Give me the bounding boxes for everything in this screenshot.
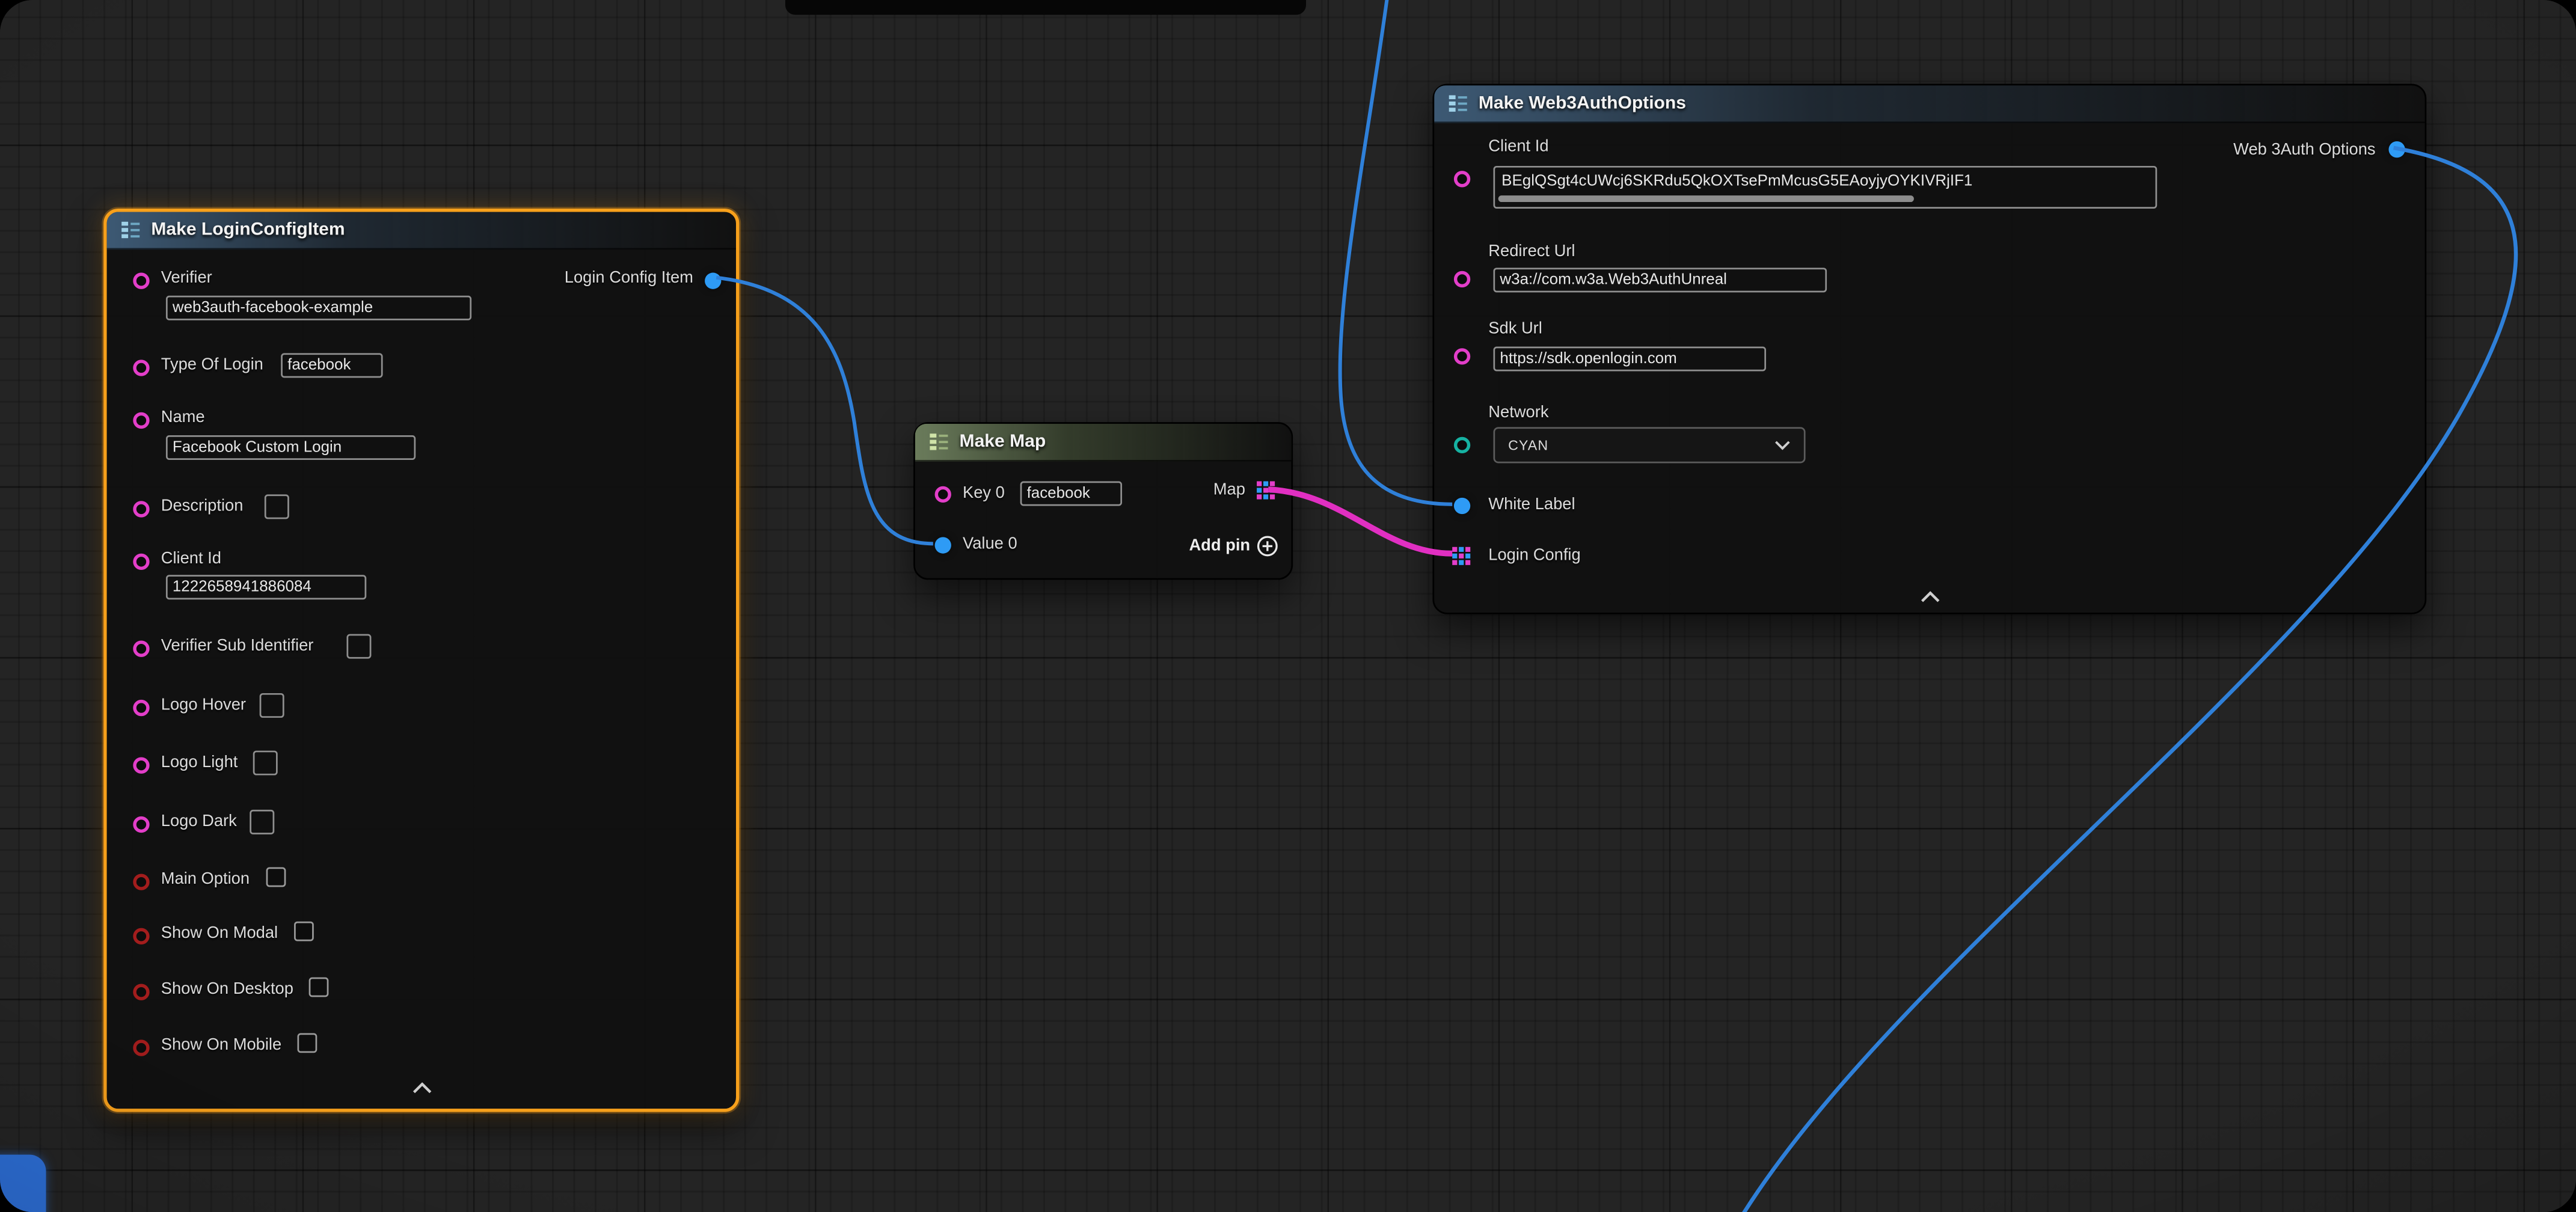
pin-label-verifier-sub-identifier: Verifier Sub Identifier [161, 635, 314, 657]
show-on-mobile-checkbox[interactable] [298, 1033, 317, 1053]
client-id-input[interactable] [1495, 169, 2155, 194]
pin-login-config-item-output[interactable] [705, 273, 721, 289]
show-on-desktop-checkbox[interactable] [309, 978, 329, 997]
client-id-field[interactable] [1493, 166, 2157, 209]
pin-label-main-option: Main Option [161, 869, 250, 890]
redirect-url-input[interactable] [1493, 268, 1827, 292]
network-dropdown[interactable]: CYAN [1493, 427, 1805, 463]
chevron-down-icon [1774, 440, 1791, 450]
pin-label-description: Description [161, 496, 244, 518]
collapse-node-button[interactable] [403, 1079, 440, 1095]
network-dropdown-value: CYAN [1508, 437, 1548, 453]
pin-verifier-sub-identifier[interactable] [133, 641, 149, 657]
pin-key-0[interactable] [935, 486, 951, 503]
pin-label-map-output: Map [1213, 480, 1245, 501]
key-0-input[interactable] [1020, 482, 1122, 506]
pin-label-show-on-desktop: Show On Desktop [161, 979, 293, 1000]
pin-label-login-config: Login Config [1488, 545, 1580, 567]
pin-logo-dark[interactable] [133, 816, 149, 833]
chevron-up-icon [1918, 590, 1941, 602]
add-pin-plus-icon [1257, 536, 1278, 557]
pin-label-key-0: Key 0 [963, 483, 1005, 504]
pin-label-logo-dark: Logo Dark [161, 812, 237, 833]
verifier-input[interactable] [166, 296, 471, 320]
main-option-checkbox[interactable] [266, 868, 286, 887]
add-pin-button[interactable]: Add pin [1189, 536, 1278, 557]
verifier-sub-identifier-input[interactable] [346, 634, 371, 659]
pin-label-white-label: White Label [1488, 494, 1575, 516]
logo-dark-input[interactable] [250, 810, 274, 834]
node-header-make-map[interactable]: Make Map [915, 424, 1292, 462]
pin-label-show-on-mobile: Show On Mobile [161, 1035, 281, 1056]
pin-label-client-id: Client Id [161, 549, 221, 571]
logo-light-input[interactable] [253, 751, 278, 776]
pin-label-value-0: Value 0 [963, 534, 1017, 556]
logo-hover-input[interactable] [260, 693, 284, 718]
pin-network[interactable] [1454, 437, 1470, 453]
description-input[interactable] [265, 494, 289, 519]
client-id-scrollbar[interactable] [1498, 195, 1915, 202]
show-on-modal-checkbox[interactable] [294, 922, 314, 941]
pin-client-id[interactable] [1454, 171, 1470, 187]
pin-show-on-desktop[interactable] [133, 984, 149, 1000]
pin-verifier[interactable] [133, 273, 149, 289]
pin-value-0[interactable] [935, 537, 951, 553]
pin-show-on-modal[interactable] [133, 928, 149, 944]
node-make-map[interactable]: Make Map Key 0 Map Value 0 Add pin [913, 422, 1293, 580]
name-input[interactable] [166, 435, 416, 460]
client-id-input[interactable] [166, 575, 366, 599]
pin-label-sdk-url: Sdk Url [1488, 319, 1542, 340]
collapse-node-button[interactable] [1912, 588, 1948, 604]
blueprint-graph-canvas[interactable]: Make LoginConfigItem Login Config Item V… [0, 0, 2576, 1212]
node-title: Make Web3AuthOptions [1479, 94, 1686, 114]
struct-icon [1447, 94, 1469, 114]
pin-client-id[interactable] [133, 554, 149, 570]
pin-label-logo-hover: Logo Hover [161, 695, 246, 717]
node-header-make-loginconfigitem[interactable]: Make LoginConfigItem [107, 212, 736, 249]
pin-label-name: Name [161, 408, 205, 429]
pin-label-web3auth-options-output: Web 3Auth Options [2233, 139, 2375, 161]
pin-logo-hover[interactable] [133, 700, 149, 716]
chevron-up-icon [410, 1082, 433, 1093]
add-pin-label: Add pin [1189, 537, 1250, 555]
pin-label-logo-light: Logo Light [161, 752, 238, 774]
node-make-web3authoptions[interactable]: Make Web3AuthOptions Web 3Auth Options C… [1432, 84, 2426, 614]
pin-label-type-of-login: Type Of Login [161, 355, 263, 376]
pin-name[interactable] [133, 412, 149, 429]
pin-sdk-url[interactable] [1454, 348, 1470, 364]
pin-web3auth-options-output[interactable] [2388, 141, 2405, 158]
map-node-icon [928, 432, 950, 452]
type-of-login-input[interactable] [281, 353, 382, 378]
pin-label-redirect-url: Redirect Url [1488, 242, 1575, 263]
pin-label-show-on-modal: Show On Modal [161, 923, 278, 944]
pin-description[interactable] [133, 501, 149, 517]
sdk-url-input[interactable] [1493, 346, 1766, 371]
pin-main-option[interactable] [133, 874, 149, 890]
node-title: Make Map [960, 432, 1046, 452]
pin-label-verifier: Verifier [161, 268, 212, 289]
pin-login-config[interactable] [1452, 547, 1470, 565]
pin-show-on-mobile[interactable] [133, 1039, 149, 1056]
pin-white-label[interactable] [1454, 498, 1470, 514]
pin-map-output[interactable] [1257, 482, 1275, 500]
pin-label-network: Network [1488, 402, 1548, 424]
pin-type-of-login[interactable] [133, 360, 149, 376]
offscreen-blue-fragment [0, 1155, 46, 1212]
pin-logo-light[interactable] [133, 757, 149, 773]
offscreen-node-fragment [785, 0, 1306, 15]
pin-label-login-config-item-output: Login Config Item [565, 268, 693, 289]
struct-icon [120, 220, 141, 240]
node-title: Make LoginConfigItem [151, 220, 345, 240]
pin-redirect-url[interactable] [1454, 271, 1470, 287]
node-header-make-web3authoptions[interactable]: Make Web3AuthOptions [1434, 85, 2424, 123]
node-make-loginconfigitem[interactable]: Make LoginConfigItem Login Config Item V… [103, 209, 739, 1112]
pin-label-client-id: Client Id [1488, 136, 1548, 158]
